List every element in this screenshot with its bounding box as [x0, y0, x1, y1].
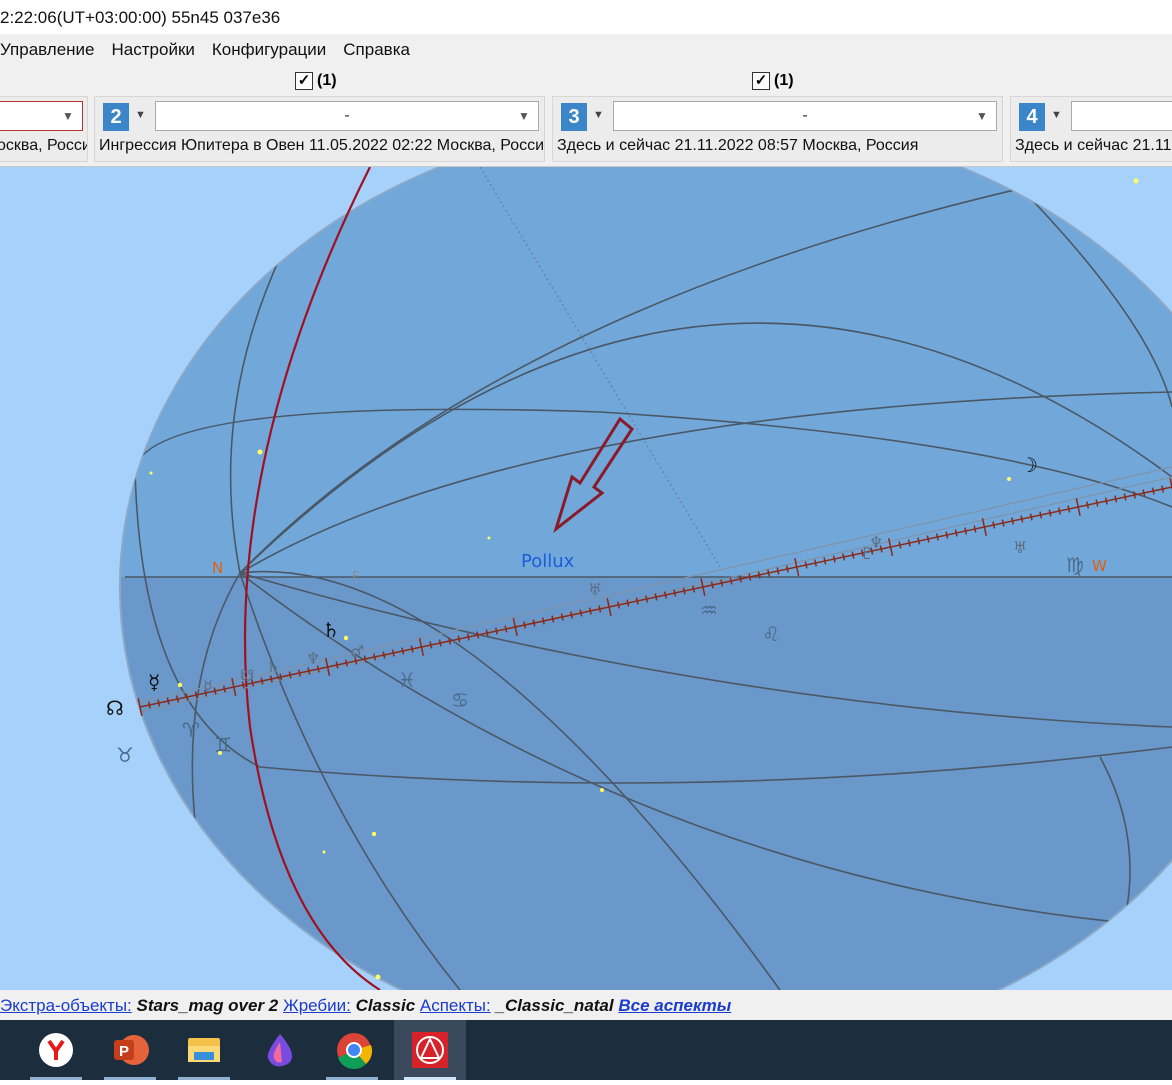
chart-number-badge-4[interactable]: 4: [1019, 103, 1045, 131]
aspects-link[interactable]: Аспекты:: [420, 996, 491, 1015]
taskbar-app-astro[interactable]: [394, 1020, 466, 1080]
cancer-icon: ♋: [451, 688, 469, 712]
menu-bar: Управление Настройки Конфигурации Справк…: [0, 34, 1172, 66]
chart-select-2[interactable]: - ▼: [155, 101, 539, 131]
gemini-icon: ♊: [214, 733, 232, 757]
yandex-browser-icon: [39, 1033, 73, 1067]
chart-panel-2: 2 ▼ - ▼ Ингрессия Юпитера в Овен 11.05.2…: [94, 96, 545, 162]
chart-select-3[interactable]: - ▼: [613, 101, 997, 131]
chart-select-1[interactable]: ▼: [0, 101, 83, 131]
virgo-icon: ♍: [1066, 553, 1084, 577]
chart-description-3: Здесь и сейчас 21.11.2022 08:57 Москва, …: [557, 137, 919, 154]
saturn-icon: ♄: [322, 618, 340, 642]
status-bar: Экстра-объекты: Stars_mag over 2 Жребии:…: [0, 990, 1172, 1020]
menu-item-settings[interactable]: Настройки: [112, 34, 195, 66]
north-label: N: [212, 559, 223, 577]
chevron-down-icon[interactable]: ▼: [968, 102, 996, 130]
extra-objects-link[interactable]: Экстра-объекты:: [0, 996, 132, 1015]
astro-app-icon: [412, 1032, 448, 1068]
mars-pale-icon: ♂: [350, 642, 364, 661]
star-dot: [371, 831, 377, 837]
svg-text:P: P: [119, 1043, 129, 1060]
star-dot: [343, 635, 349, 641]
star-dot: [218, 751, 222, 755]
saturn-pale-icon: ♄: [266, 657, 280, 676]
uranus-pale-icon-2: ♅: [1013, 538, 1027, 557]
window-title-text: 2:22:06(UT+03:00:00) 55n45 037e36: [0, 8, 281, 27]
chart-panel-4: 4 ▼ Здесь и сейчас 21.11.: [1010, 96, 1172, 162]
aspects-value: _Classic_natal: [495, 996, 614, 1015]
faint-mark-label: F: [352, 570, 359, 585]
chart-description-1: осква, Росси: [0, 137, 88, 154]
panel-checkbox-2[interactable]: ✓: [295, 72, 313, 90]
star-dot: [1007, 477, 1011, 481]
star-dot: [322, 850, 326, 854]
panel-check-label-2: (1): [317, 72, 337, 89]
star-dot: [375, 974, 381, 980]
star-dot: [600, 788, 604, 792]
taurus-icon: ♉: [116, 743, 134, 767]
chevron-down-icon[interactable]: ▼: [1051, 109, 1062, 121]
star-dot: [177, 682, 183, 688]
star-dot: [1133, 178, 1139, 184]
chart-panels: ✓ (1) ✓ (1) ▼ осква, Росси 2 ▼ - ▼ Ингре…: [0, 66, 1172, 167]
taskbar-app-paint[interactable]: [242, 1020, 314, 1080]
chevron-down-icon[interactable]: ▼: [593, 109, 604, 121]
star-dot: [149, 471, 153, 475]
star-label-pollux[interactable]: Pollux: [521, 551, 575, 572]
menu-item-help[interactable]: Справка: [343, 34, 410, 66]
chevron-down-icon[interactable]: ▼: [510, 102, 538, 130]
celestial-sphere-svg[interactable]: N W F Pollux ♈ ♉ ♊ ♋ ♌ ♍ ♒ ♓ ☽ ☿ ♄ ☊ ♄ ♆…: [0, 167, 1172, 990]
chevron-down-icon[interactable]: ▼: [54, 102, 82, 130]
neptune-pale-icon: ♆: [306, 649, 320, 668]
aries-icon: ♈: [182, 718, 200, 742]
paint-drop-icon: [267, 1034, 292, 1067]
uranus-pale-icon: ♅: [588, 580, 602, 599]
moon-icon: ☽: [1020, 453, 1038, 477]
star-dot: [487, 536, 491, 540]
north-node-icon: ☊: [106, 696, 124, 720]
taskbar-app-yandex[interactable]: [20, 1020, 92, 1080]
window-title: 2:22:06(UT+03:00:00) 55n45 037e36: [0, 0, 1172, 34]
menu-item-control[interactable]: Управление: [0, 34, 95, 66]
pisces-icon: ♓: [398, 668, 416, 692]
panel-check-header-3[interactable]: ✓ (1): [752, 70, 794, 92]
star-dot: [257, 449, 263, 455]
all-aspects-link[interactable]: Все аспекты: [618, 996, 731, 1015]
menu-item-configurations[interactable]: Конфигурации: [212, 34, 326, 66]
extra-objects-value: Stars_mag over 2: [136, 996, 279, 1015]
west-label: W: [1092, 557, 1107, 575]
chart-panel-1: ▼ осква, Росси: [0, 96, 88, 162]
celestial-sphere-view[interactable]: N W F Pollux ♈ ♉ ♊ ♋ ♌ ♍ ♒ ♓ ☽ ☿ ♄ ☊ ♄ ♆…: [0, 167, 1172, 990]
leo-icon: ♌: [762, 622, 780, 646]
chart-select-value-3: -: [802, 107, 808, 124]
taskbar-app-powerpoint[interactable]: P: [94, 1020, 166, 1080]
mercury-pale-icon: ☿: [203, 677, 213, 696]
chrome-icon: [337, 1033, 373, 1070]
south-node-pale-icon: ☋: [240, 666, 254, 685]
taskbar-app-chrome[interactable]: [316, 1020, 388, 1080]
aquarius-icon: ♒: [700, 598, 718, 622]
chart-select-4[interactable]: [1071, 101, 1172, 131]
mercury-icon: ☿: [148, 670, 160, 694]
lots-link[interactable]: Жребии:: [283, 996, 351, 1015]
taskbar: P: [0, 1020, 1172, 1080]
chart-number-badge-3[interactable]: 3: [561, 103, 587, 131]
chart-panel-3: 3 ▼ - ▼ Здесь и сейчас 21.11.2022 08:57 …: [552, 96, 1003, 162]
chart-number-badge-2[interactable]: 2: [103, 103, 129, 131]
panel-checkbox-3[interactable]: ✓: [752, 72, 770, 90]
taskbar-app-explorer[interactable]: [168, 1020, 240, 1080]
chart-select-value-2: -: [344, 107, 350, 124]
folder-icon: [188, 1038, 220, 1062]
lots-value: Classic: [355, 996, 416, 1015]
powerpoint-icon: P: [114, 1035, 149, 1065]
pluto-pale-icon: ♇: [860, 544, 874, 563]
chart-description-2: Ингрессия Юпитера в Овен 11.05.2022 02:2…: [99, 137, 545, 154]
chart-description-4: Здесь и сейчас 21.11.: [1015, 137, 1172, 154]
panel-check-header-2[interactable]: ✓ (1): [295, 70, 337, 92]
chevron-down-icon[interactable]: ▼: [135, 109, 146, 121]
panel-check-label-3: (1): [774, 72, 794, 89]
